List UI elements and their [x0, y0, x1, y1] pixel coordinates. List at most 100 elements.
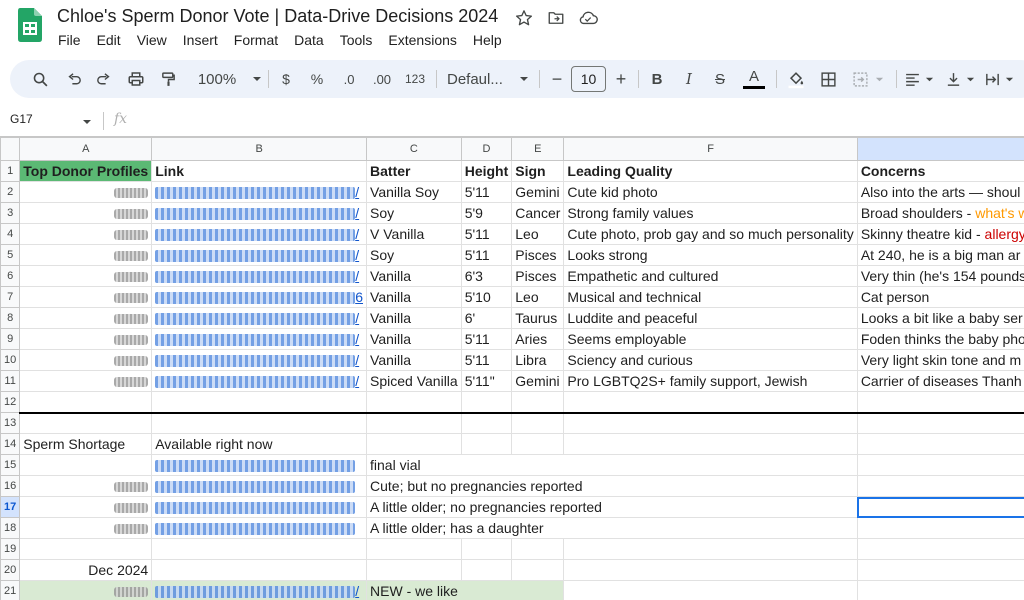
cell-donor-link[interactable]: /: [151, 265, 368, 287]
format-currency-button[interactable]: $: [276, 60, 296, 98]
row-header[interactable]: 17: [0, 496, 21, 518]
decrease-font-size-button[interactable]: −: [547, 60, 567, 98]
link-text[interactable]: 6: [355, 289, 363, 305]
cell-concerns[interactable]: Cat person: [856, 286, 1024, 308]
row-header[interactable]: 14: [0, 433, 21, 455]
cell-shortage-label[interactable]: Sperm Shortage: [19, 433, 153, 455]
more-formats-button[interactable]: 123: [402, 60, 428, 98]
row-header[interactable]: 8: [0, 307, 21, 329]
cell-redacted-name[interactable]: [19, 517, 153, 539]
cell-donor-link[interactable]: /: [151, 370, 368, 392]
cell-concerns[interactable]: Broad shoulders - what's w: [856, 202, 1024, 224]
menu-extensions[interactable]: Extensions: [380, 31, 464, 51]
column-header-c[interactable]: C: [366, 137, 462, 161]
link-text[interactable]: /: [355, 331, 359, 347]
cell-empty[interactable]: [856, 475, 1024, 497]
cloud-saved-icon[interactable]: [577, 7, 599, 29]
row-header[interactable]: 13: [0, 412, 21, 434]
row-header[interactable]: 2: [0, 181, 21, 203]
horizontal-align-icon[interactable]: [902, 60, 936, 98]
row-header[interactable]: 11: [0, 370, 21, 392]
cell-height[interactable]: 5'11: [460, 349, 513, 371]
cell-donor-link[interactable]: [151, 454, 368, 476]
cell-redacted-name[interactable]: [19, 580, 153, 600]
menu-file[interactable]: File: [50, 31, 89, 51]
cell-redacted-name[interactable]: [19, 328, 153, 350]
cell-donor-link[interactable]: 6: [151, 286, 368, 308]
cell-sign[interactable]: Pisces: [511, 265, 565, 287]
link-text[interactable]: /: [355, 373, 359, 389]
cell-empty[interactable]: [511, 559, 565, 581]
cell-concerns[interactable]: Also into the arts — shoul: [856, 181, 1024, 203]
italic-button[interactable]: I: [678, 60, 700, 98]
cell-height[interactable]: 5'10: [460, 286, 513, 308]
cell-e1[interactable]: Sign: [511, 160, 565, 182]
strikethrough-button[interactable]: S: [709, 60, 731, 98]
cell-dec-note[interactable]: NEW - we like: [366, 580, 565, 600]
cell-height[interactable]: 6': [460, 307, 513, 329]
zoom-select[interactable]: 100%: [190, 60, 270, 98]
row-header[interactable]: 19: [0, 538, 21, 560]
menu-format[interactable]: Format: [226, 31, 286, 51]
cell-empty[interactable]: [856, 433, 1024, 455]
select-all-corner[interactable]: [0, 137, 21, 161]
cell-c1[interactable]: Batter: [366, 160, 462, 182]
cell-redacted-name[interactable]: [19, 265, 153, 287]
cell-leading-quality[interactable]: Strong family values: [563, 202, 858, 224]
menu-edit[interactable]: Edit: [89, 31, 129, 51]
column-header-f[interactable]: F: [563, 137, 858, 161]
row-header[interactable]: 7: [0, 286, 21, 308]
cell-dec-label[interactable]: Dec 2024: [19, 559, 153, 581]
menu-tools[interactable]: Tools: [332, 31, 381, 51]
cell-height[interactable]: 5'11: [460, 244, 513, 266]
cell-leading-quality[interactable]: Musical and technical: [563, 286, 858, 308]
cell-sign[interactable]: Cancer: [511, 202, 565, 224]
cell-redacted-name[interactable]: [19, 223, 153, 245]
column-header-d[interactable]: D: [460, 137, 513, 161]
cell-empty[interactable]: [366, 559, 462, 581]
cell-donor-link[interactable]: [151, 475, 368, 497]
cell-concerns[interactable]: Skinny theatre kid - allergy: [856, 223, 1024, 245]
cell-leading-quality[interactable]: Cute kid photo: [563, 181, 858, 203]
link-text[interactable]: /: [355, 268, 359, 284]
increase-font-size-button[interactable]: +: [611, 60, 631, 98]
cell-donor-link[interactable]: [151, 496, 368, 518]
cell-leading-quality[interactable]: Pro LGBTQ2S+ family support, Jewish: [563, 370, 858, 392]
name-box[interactable]: G17: [10, 112, 33, 126]
cell-height[interactable]: 5'9: [460, 202, 513, 224]
cell-redacted-name[interactable]: [19, 244, 153, 266]
cell-donor-link[interactable]: /: [151, 328, 368, 350]
row-header[interactable]: 4: [0, 223, 21, 245]
cell-empty[interactable]: [19, 391, 153, 414]
cell-donor-link[interactable]: /: [151, 580, 368, 600]
cell-leading-quality[interactable]: Cute photo, prob gay and so much persona…: [563, 223, 858, 245]
cell-leading-quality[interactable]: Looks strong: [563, 244, 858, 266]
cell-concerns[interactable]: At 240, he is a big man ar: [856, 244, 1024, 266]
link-text[interactable]: /: [355, 184, 359, 200]
cell-empty[interactable]: [856, 538, 1024, 560]
font-family-select[interactable]: Defaul...: [447, 60, 529, 98]
cell-donor-link[interactable]: /: [151, 349, 368, 371]
cell-redacted-name[interactable]: [19, 286, 153, 308]
print-icon[interactable]: [124, 60, 148, 98]
text-wrapping-icon[interactable]: [982, 60, 1016, 98]
cell-empty[interactable]: [151, 538, 368, 560]
borders-icon[interactable]: [816, 60, 840, 98]
cell-empty[interactable]: [366, 538, 462, 560]
cell-redacted-name[interactable]: [19, 202, 153, 224]
cell-empty[interactable]: [460, 538, 513, 560]
format-percent-button[interactable]: %: [307, 60, 327, 98]
row-header[interactable]: 21: [0, 580, 21, 600]
cell-empty[interactable]: [563, 538, 858, 560]
cell-concerns[interactable]: Carrier of diseases Thanh: [856, 370, 1024, 392]
link-text[interactable]: /: [355, 583, 359, 599]
cell-shortage-note[interactable]: A little older; no pregnancies reported: [366, 496, 858, 518]
cell-available-label[interactable]: Available right now: [151, 433, 368, 455]
cell-empty[interactable]: [856, 580, 1024, 600]
cell-redacted-name[interactable]: [19, 475, 153, 497]
cell-redacted-name[interactable]: [19, 181, 153, 203]
menu-view[interactable]: View: [129, 31, 175, 51]
search-menus-icon[interactable]: [28, 60, 52, 98]
cell-sign[interactable]: Gemini: [511, 370, 565, 392]
cell-leading-quality[interactable]: Seems employable: [563, 328, 858, 350]
